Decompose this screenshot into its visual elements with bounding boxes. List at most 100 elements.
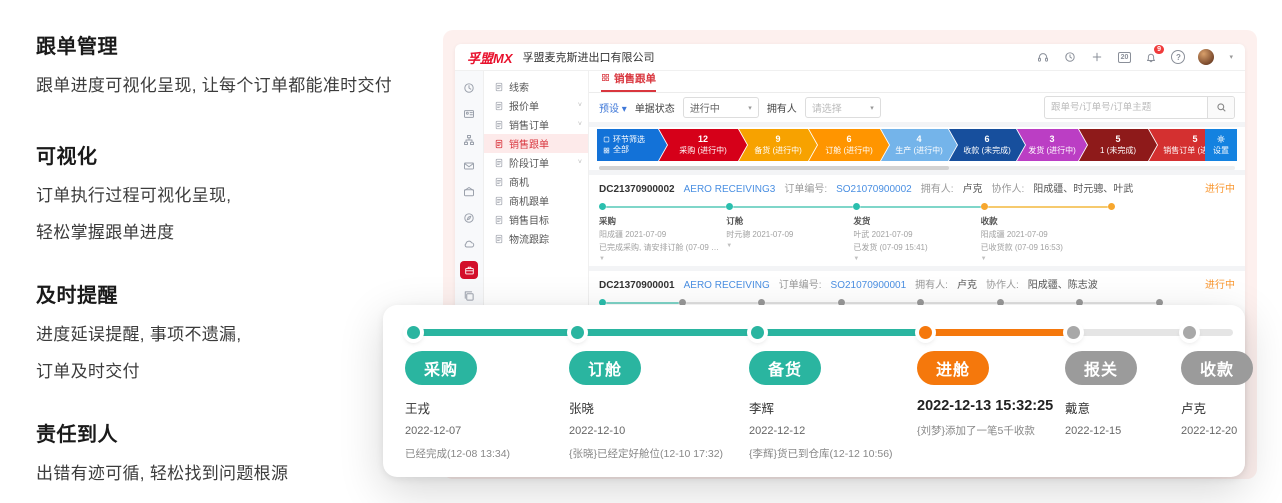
- node-expand-icon[interactable]: ▼: [726, 243, 853, 249]
- node-line: [988, 206, 1108, 208]
- compass-icon[interactable]: [460, 209, 478, 227]
- node-dot: [1108, 203, 1115, 210]
- mail-open-icon[interactable]: [460, 183, 478, 201]
- stage-count: 5: [1115, 134, 1120, 146]
- contact-card-icon[interactable]: [460, 105, 478, 123]
- calendar-icon[interactable]: 20: [1117, 50, 1131, 64]
- node-line: [733, 206, 853, 208]
- node-stage-name: 收款: [981, 215, 1108, 227]
- page: 跟单管理跟单进度可视化呈现, 让每个订单都能准时交付可视化订单执行过程可视化呈现…: [0, 0, 1282, 503]
- sidebar-item-商机跟单[interactable]: 商机跟单: [484, 191, 588, 210]
- node-expand-icon[interactable]: ▼: [853, 256, 980, 262]
- owner-label: 拥有人:: [921, 180, 954, 195]
- feature-line: 出错有迹可循, 轻松找到问题根源: [36, 459, 436, 484]
- stage-count: 3: [1049, 134, 1054, 146]
- search-button[interactable]: [1207, 97, 1234, 118]
- tab-sales-tracking[interactable]: 销售跟单: [601, 71, 656, 92]
- mail-icon[interactable]: [460, 157, 478, 175]
- search-input[interactable]: [1045, 102, 1207, 113]
- status-filter-label: 单据状态: [635, 100, 675, 115]
- notification-badge: 9: [1154, 45, 1165, 54]
- order-no-link[interactable]: SO21070900002: [836, 184, 912, 195]
- popup-person-name: 李辉: [749, 398, 919, 417]
- stage-chevron-收款 (未完成)[interactable]: 6收款 (未完成): [949, 129, 1025, 161]
- popup-line-segment: [925, 329, 1073, 336]
- sidebar-item-销售目标[interactable]: 销售目标: [484, 210, 588, 229]
- scrollbar-thumb[interactable]: [599, 166, 949, 170]
- stage-bar-scrollbar: [599, 166, 1235, 170]
- stage-settings-button[interactable]: 设置: [1205, 129, 1237, 161]
- owner-select[interactable]: 请选择▾: [805, 97, 881, 118]
- customer-link[interactable]: AERO RECEIVING: [684, 280, 770, 291]
- order-row: DC21370900002AERO RECEIVING3订单编号:SO21070…: [589, 175, 1245, 266]
- order-header: DC21370900001 AERO RECEIVING 订单编号: SO210709…: [599, 276, 1235, 291]
- history-icon[interactable]: [1063, 50, 1077, 64]
- popup-step-dot: [407, 326, 420, 339]
- clock-icon[interactable]: [460, 79, 478, 97]
- org-chart-icon[interactable]: [460, 131, 478, 149]
- stage-label: 收款 (未完成): [963, 146, 1011, 156]
- cloud-icon[interactable]: [460, 235, 478, 253]
- node-expand-icon[interactable]: ▼: [599, 256, 726, 262]
- help-icon[interactable]: ?: [1171, 50, 1185, 64]
- stage-chevron-备货 (进行中)[interactable]: 9备货 (进行中): [739, 129, 817, 161]
- timeline-node: 采购阳成疆 2021-07-09已完成采购, 请安排订舱 (07-09 16:4…: [599, 202, 726, 262]
- node-dot: [599, 203, 606, 210]
- stage-chevron-生产 (进行中)[interactable]: 4生产 (进行中): [881, 129, 957, 161]
- header-icon-bar: 209?▾: [1036, 49, 1233, 65]
- order-tracking-id[interactable]: DC21370900002: [599, 184, 675, 195]
- divider-band: [589, 122, 1245, 127]
- owner-name: 卢克: [963, 180, 983, 195]
- app-header: 孚盟MX 孚盟麦克斯进出口有限公司 209?▾: [455, 44, 1245, 71]
- popup-stage-badge: 订舱: [569, 351, 641, 385]
- node-line: [1004, 302, 1077, 304]
- node-line: [845, 302, 918, 304]
- node-expand-icon[interactable]: ▼: [981, 256, 1108, 262]
- collaborators-label: 协作人:: [986, 276, 1019, 291]
- popup-line-segment: [1073, 329, 1189, 336]
- sidebar-item-商机[interactable]: 商机: [484, 172, 588, 191]
- headset-icon[interactable]: [1036, 50, 1050, 64]
- sidebar-item-销售跟单[interactable]: 销售跟单: [484, 134, 588, 153]
- customer-link[interactable]: AERO RECEIVING3: [684, 184, 776, 195]
- sidebar-item-销售订单[interactable]: 销售订单˅: [484, 115, 588, 134]
- preset-dropdown[interactable]: 预设 ▾: [599, 100, 627, 115]
- node-owner-date: 阳成疆 2021-07-09: [599, 229, 726, 240]
- status-select[interactable]: 进行中▾: [683, 97, 759, 118]
- search-box: [1044, 96, 1235, 119]
- feature-line: 订单及时交付: [36, 357, 436, 382]
- sidebar-item-阶段订单[interactable]: 阶段订单˅: [484, 153, 588, 172]
- timeline-node: 收款阳成疆 2021-07-09已收货款 (07-09 16:53)▼: [981, 202, 1108, 262]
- stage-chevron-采购 (进行中)[interactable]: 12采购 (进行中): [659, 129, 747, 161]
- stage-chevron-订舱 (进行中)[interactable]: 6订舱 (进行中): [809, 129, 889, 161]
- menu-doc-icon: [494, 101, 504, 111]
- node-stage-name: 采购: [599, 215, 726, 227]
- feature-line: 进度延误提醒, 事项不遗漏,: [36, 320, 436, 345]
- sidebar-item-物流跟踪[interactable]: 物流跟踪: [484, 229, 588, 248]
- order-no-link[interactable]: SO21070900001: [831, 280, 907, 291]
- stage-label: 采购 (进行中): [679, 146, 727, 156]
- briefcase-icon[interactable]: [460, 261, 478, 279]
- popup-note: 已经完成(12-08 13:34): [405, 446, 575, 461]
- bell-icon[interactable]: 9: [1144, 50, 1158, 64]
- timeline-node: [1108, 202, 1235, 262]
- copy-icon[interactable]: [460, 287, 478, 305]
- stage-chevron-1 (未完成)[interactable]: 51 (未完成): [1079, 129, 1157, 161]
- sidebar-item-报价单[interactable]: 报价单˅: [484, 96, 588, 115]
- stage-chevron-发货 (进行中)[interactable]: 3发货 (进行中): [1017, 129, 1087, 161]
- tab-bar: 销售跟单: [589, 71, 1245, 93]
- popup-stage-badge: 收款: [1181, 351, 1253, 385]
- sidebar-item-线索[interactable]: 线索: [484, 77, 588, 96]
- user-avatar[interactable]: [1198, 49, 1214, 65]
- feature-line: 跟单进度可视化呈现, 让每个订单都能准时交付: [36, 71, 436, 96]
- plus-icon[interactable]: [1090, 50, 1104, 64]
- menu-doc-icon: [494, 177, 504, 187]
- stage-filter-box[interactable]: 环节筛选 全部: [597, 129, 667, 161]
- order-no-label: 订单编号:: [779, 276, 822, 291]
- node-line: [606, 206, 726, 208]
- popup-date: 2022-12-13 15:32:25: [917, 398, 1087, 414]
- grid-icon: [601, 73, 610, 85]
- popup-date: 2022-12-12: [749, 425, 919, 437]
- timeline-node: 订舱时元骢 2021-07-09▼: [726, 202, 853, 262]
- order-tracking-id[interactable]: DC21370900001: [599, 280, 675, 291]
